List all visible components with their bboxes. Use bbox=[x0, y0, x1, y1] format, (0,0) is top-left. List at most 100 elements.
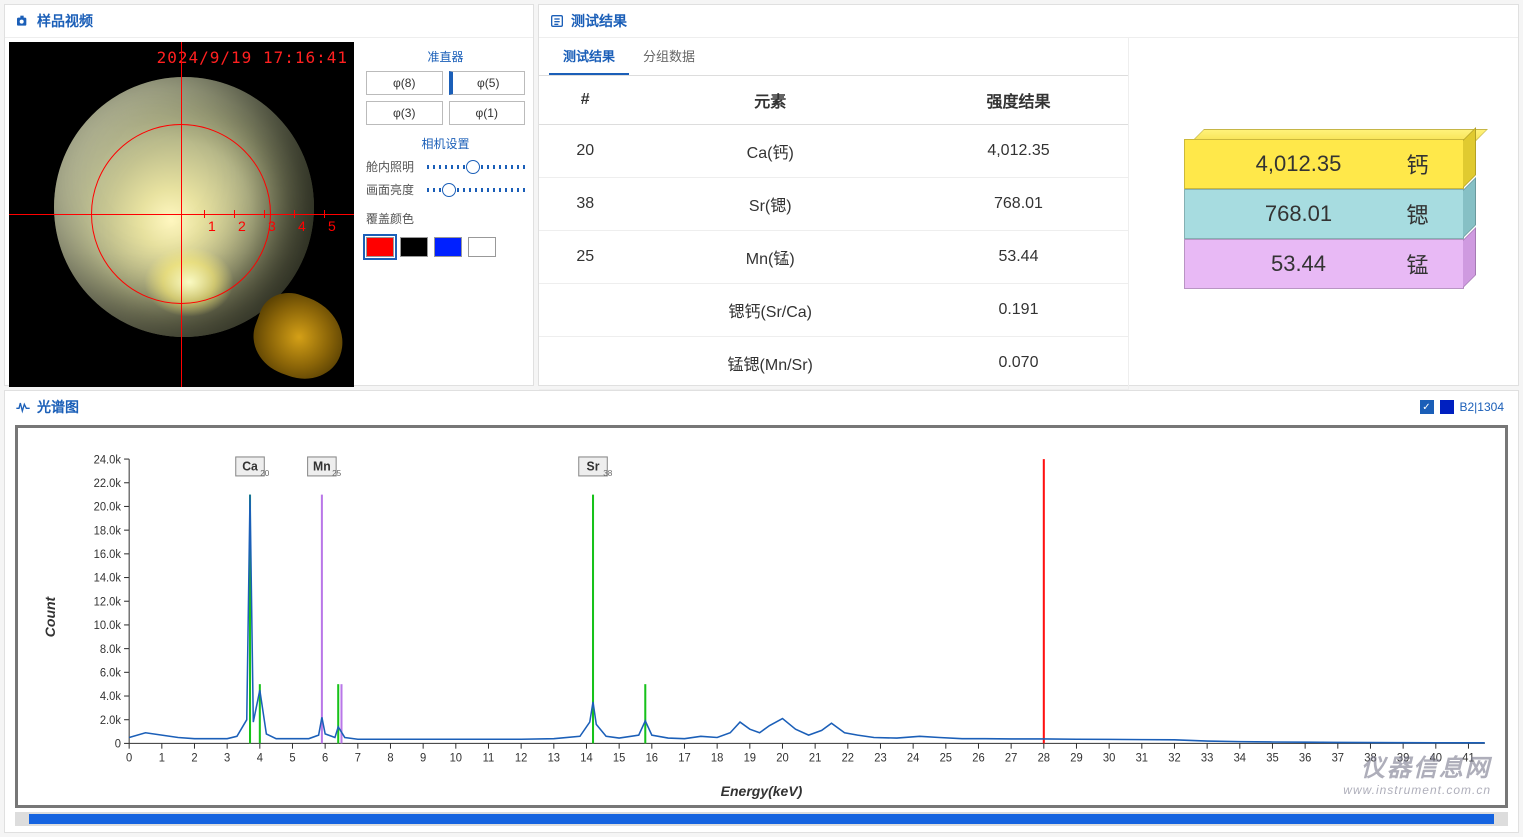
table-row: 锰锶(Mn/Sr)0.070 bbox=[539, 337, 1128, 390]
svg-text:35: 35 bbox=[1266, 752, 1278, 764]
svg-text:14: 14 bbox=[580, 752, 592, 764]
test-results-title: 测试结果 bbox=[571, 11, 627, 31]
chart-ylabel: Count bbox=[42, 596, 58, 636]
collimator-button[interactable]: φ(8) bbox=[366, 71, 443, 95]
waveform-icon bbox=[15, 399, 31, 415]
svg-text:25: 25 bbox=[940, 752, 952, 764]
ruler-mark: 2 bbox=[238, 218, 246, 234]
svg-text:20.0k: 20.0k bbox=[94, 502, 122, 514]
svg-text:17: 17 bbox=[678, 752, 690, 764]
reticle-circle bbox=[91, 124, 271, 304]
interior-light-label: 舱内照明 bbox=[366, 158, 421, 175]
table-row: 25Mn(锰)53.44 bbox=[539, 231, 1128, 284]
svg-text:2: 2 bbox=[191, 752, 197, 764]
svg-text:1: 1 bbox=[159, 752, 165, 764]
brightness-slider[interactable] bbox=[427, 188, 525, 192]
spectrum-legend[interactable]: ✓ B2|1304 bbox=[1420, 400, 1519, 414]
overlay-color-swatch[interactable] bbox=[400, 237, 428, 257]
svg-text:9: 9 bbox=[420, 752, 426, 764]
overlay-color-title: 覆盖颜色 bbox=[366, 210, 525, 227]
spectrum-scrollbar[interactable] bbox=[15, 812, 1508, 826]
results-table: #元素强度结果 20Ca(钙)4,012.3538Sr(锶)768.0125Mn… bbox=[539, 76, 1128, 390]
test-results-panel: 测试结果 测试结果 分组数据 #元素强度结果 20Ca(钙)4,012.3538… bbox=[538, 4, 1519, 386]
svg-text:22: 22 bbox=[842, 752, 854, 764]
svg-text:41: 41 bbox=[1462, 752, 1474, 764]
svg-text:19: 19 bbox=[744, 752, 756, 764]
svg-text:18.0k: 18.0k bbox=[94, 525, 122, 537]
sample-video-title: 样品视频 bbox=[37, 11, 93, 31]
svg-text:10: 10 bbox=[450, 752, 462, 764]
svg-text:12.0k: 12.0k bbox=[94, 596, 122, 608]
brightness-label: 画面亮度 bbox=[366, 181, 421, 198]
ruler-mark: 1 bbox=[208, 218, 216, 234]
svg-text:24: 24 bbox=[907, 752, 919, 764]
svg-text:34: 34 bbox=[1234, 752, 1246, 764]
legend-checkbox[interactable]: ✓ bbox=[1420, 400, 1434, 414]
legend-label: B2|1304 bbox=[1460, 400, 1505, 414]
svg-text:5: 5 bbox=[289, 752, 295, 764]
svg-text:20: 20 bbox=[260, 468, 269, 478]
overlay-color-swatch[interactable] bbox=[366, 237, 394, 257]
svg-text:20: 20 bbox=[776, 752, 788, 764]
interior-light-slider[interactable] bbox=[427, 165, 525, 169]
svg-text:30: 30 bbox=[1103, 752, 1115, 764]
svg-text:24.0k: 24.0k bbox=[94, 454, 122, 466]
svg-text:Sr: Sr bbox=[587, 459, 600, 473]
chart-xlabel: Energy(keV) bbox=[721, 783, 803, 799]
svg-text:Ca: Ca bbox=[242, 459, 258, 473]
svg-text:16.0k: 16.0k bbox=[94, 549, 122, 561]
svg-text:3: 3 bbox=[224, 752, 230, 764]
table-header: # bbox=[539, 76, 632, 125]
table-header: 强度结果 bbox=[909, 76, 1128, 125]
summary-row: 53.44锰 bbox=[1184, 239, 1464, 289]
svg-text:0: 0 bbox=[126, 752, 132, 764]
overlay-color-swatch[interactable] bbox=[468, 237, 496, 257]
spectrum-chart[interactable]: Count Energy(keV) 0 2.0k 4.0k 6.0k 8.0k 10.0k… bbox=[15, 425, 1508, 808]
video-controls: 准直器 φ(8)φ(5)φ(3)φ(1) 相机设置 舱内照明 画面亮度 覆盖颜色 bbox=[358, 38, 533, 391]
video-timestamp: 2024/9/19 17:16:41 bbox=[157, 48, 348, 67]
svg-text:8: 8 bbox=[387, 752, 393, 764]
ruler-mark: 5 bbox=[328, 218, 336, 234]
table-row: 20Ca(钙)4,012.35 bbox=[539, 125, 1128, 178]
svg-text:37: 37 bbox=[1332, 752, 1344, 764]
svg-text:6.0k: 6.0k bbox=[100, 667, 121, 679]
collimator-button[interactable]: φ(3) bbox=[366, 101, 443, 125]
spectrum-panel: 光谱图 ✓ B2|1304 Count Energy(keV) 02.0k4.0… bbox=[4, 390, 1519, 833]
sample-video-panel: 样品视频 2024/9/19 17:16:41 12345 准直器 φ(8)φ(… bbox=[4, 4, 534, 386]
svg-text:7: 7 bbox=[355, 752, 361, 764]
svg-text:4: 4 bbox=[257, 752, 263, 764]
svg-text:10.0k: 10.0k bbox=[94, 620, 122, 632]
sample-video-viewport[interactable]: 2024/9/19 17:16:41 1 2 3 4 5 bbox=[9, 42, 354, 387]
tab-group-data[interactable]: 分组数据 bbox=[629, 38, 709, 75]
tab-results[interactable]: 测试结果 bbox=[549, 38, 629, 75]
svg-text:Mn: Mn bbox=[313, 459, 331, 473]
svg-text:0: 0 bbox=[115, 738, 121, 750]
list-icon bbox=[549, 13, 565, 29]
table-row: 锶钙(Sr/Ca)0.191 bbox=[539, 284, 1128, 337]
svg-text:15: 15 bbox=[613, 752, 625, 764]
svg-text:11: 11 bbox=[483, 752, 495, 764]
svg-text:4.0k: 4.0k bbox=[100, 691, 121, 703]
svg-text:39: 39 bbox=[1397, 752, 1409, 764]
overlay-color-swatch[interactable] bbox=[434, 237, 462, 257]
svg-text:2.0k: 2.0k bbox=[100, 715, 121, 727]
svg-text:18: 18 bbox=[711, 752, 723, 764]
svg-text:27: 27 bbox=[1005, 752, 1017, 764]
svg-text:38: 38 bbox=[1364, 752, 1376, 764]
collimator-title: 准直器 bbox=[366, 48, 525, 65]
collimator-button[interactable]: φ(1) bbox=[449, 101, 526, 125]
svg-text:16: 16 bbox=[646, 752, 658, 764]
summary-row: 768.01锶 bbox=[1184, 189, 1464, 239]
ruler-mark: 4 bbox=[298, 218, 306, 234]
svg-text:8.0k: 8.0k bbox=[100, 644, 121, 656]
collimator-button[interactable]: φ(5) bbox=[449, 71, 526, 95]
svg-text:40: 40 bbox=[1430, 752, 1442, 764]
svg-text:22.0k: 22.0k bbox=[94, 478, 122, 490]
summary-3d-block: 4,012.35钙768.01锶53.44锰 bbox=[1184, 139, 1464, 289]
svg-text:12: 12 bbox=[515, 752, 527, 764]
svg-text:36: 36 bbox=[1299, 752, 1311, 764]
svg-text:28: 28 bbox=[1038, 752, 1050, 764]
camera-settings-title: 相机设置 bbox=[366, 135, 525, 152]
ruler-mark: 3 bbox=[268, 218, 276, 234]
legend-color-swatch bbox=[1440, 400, 1454, 414]
